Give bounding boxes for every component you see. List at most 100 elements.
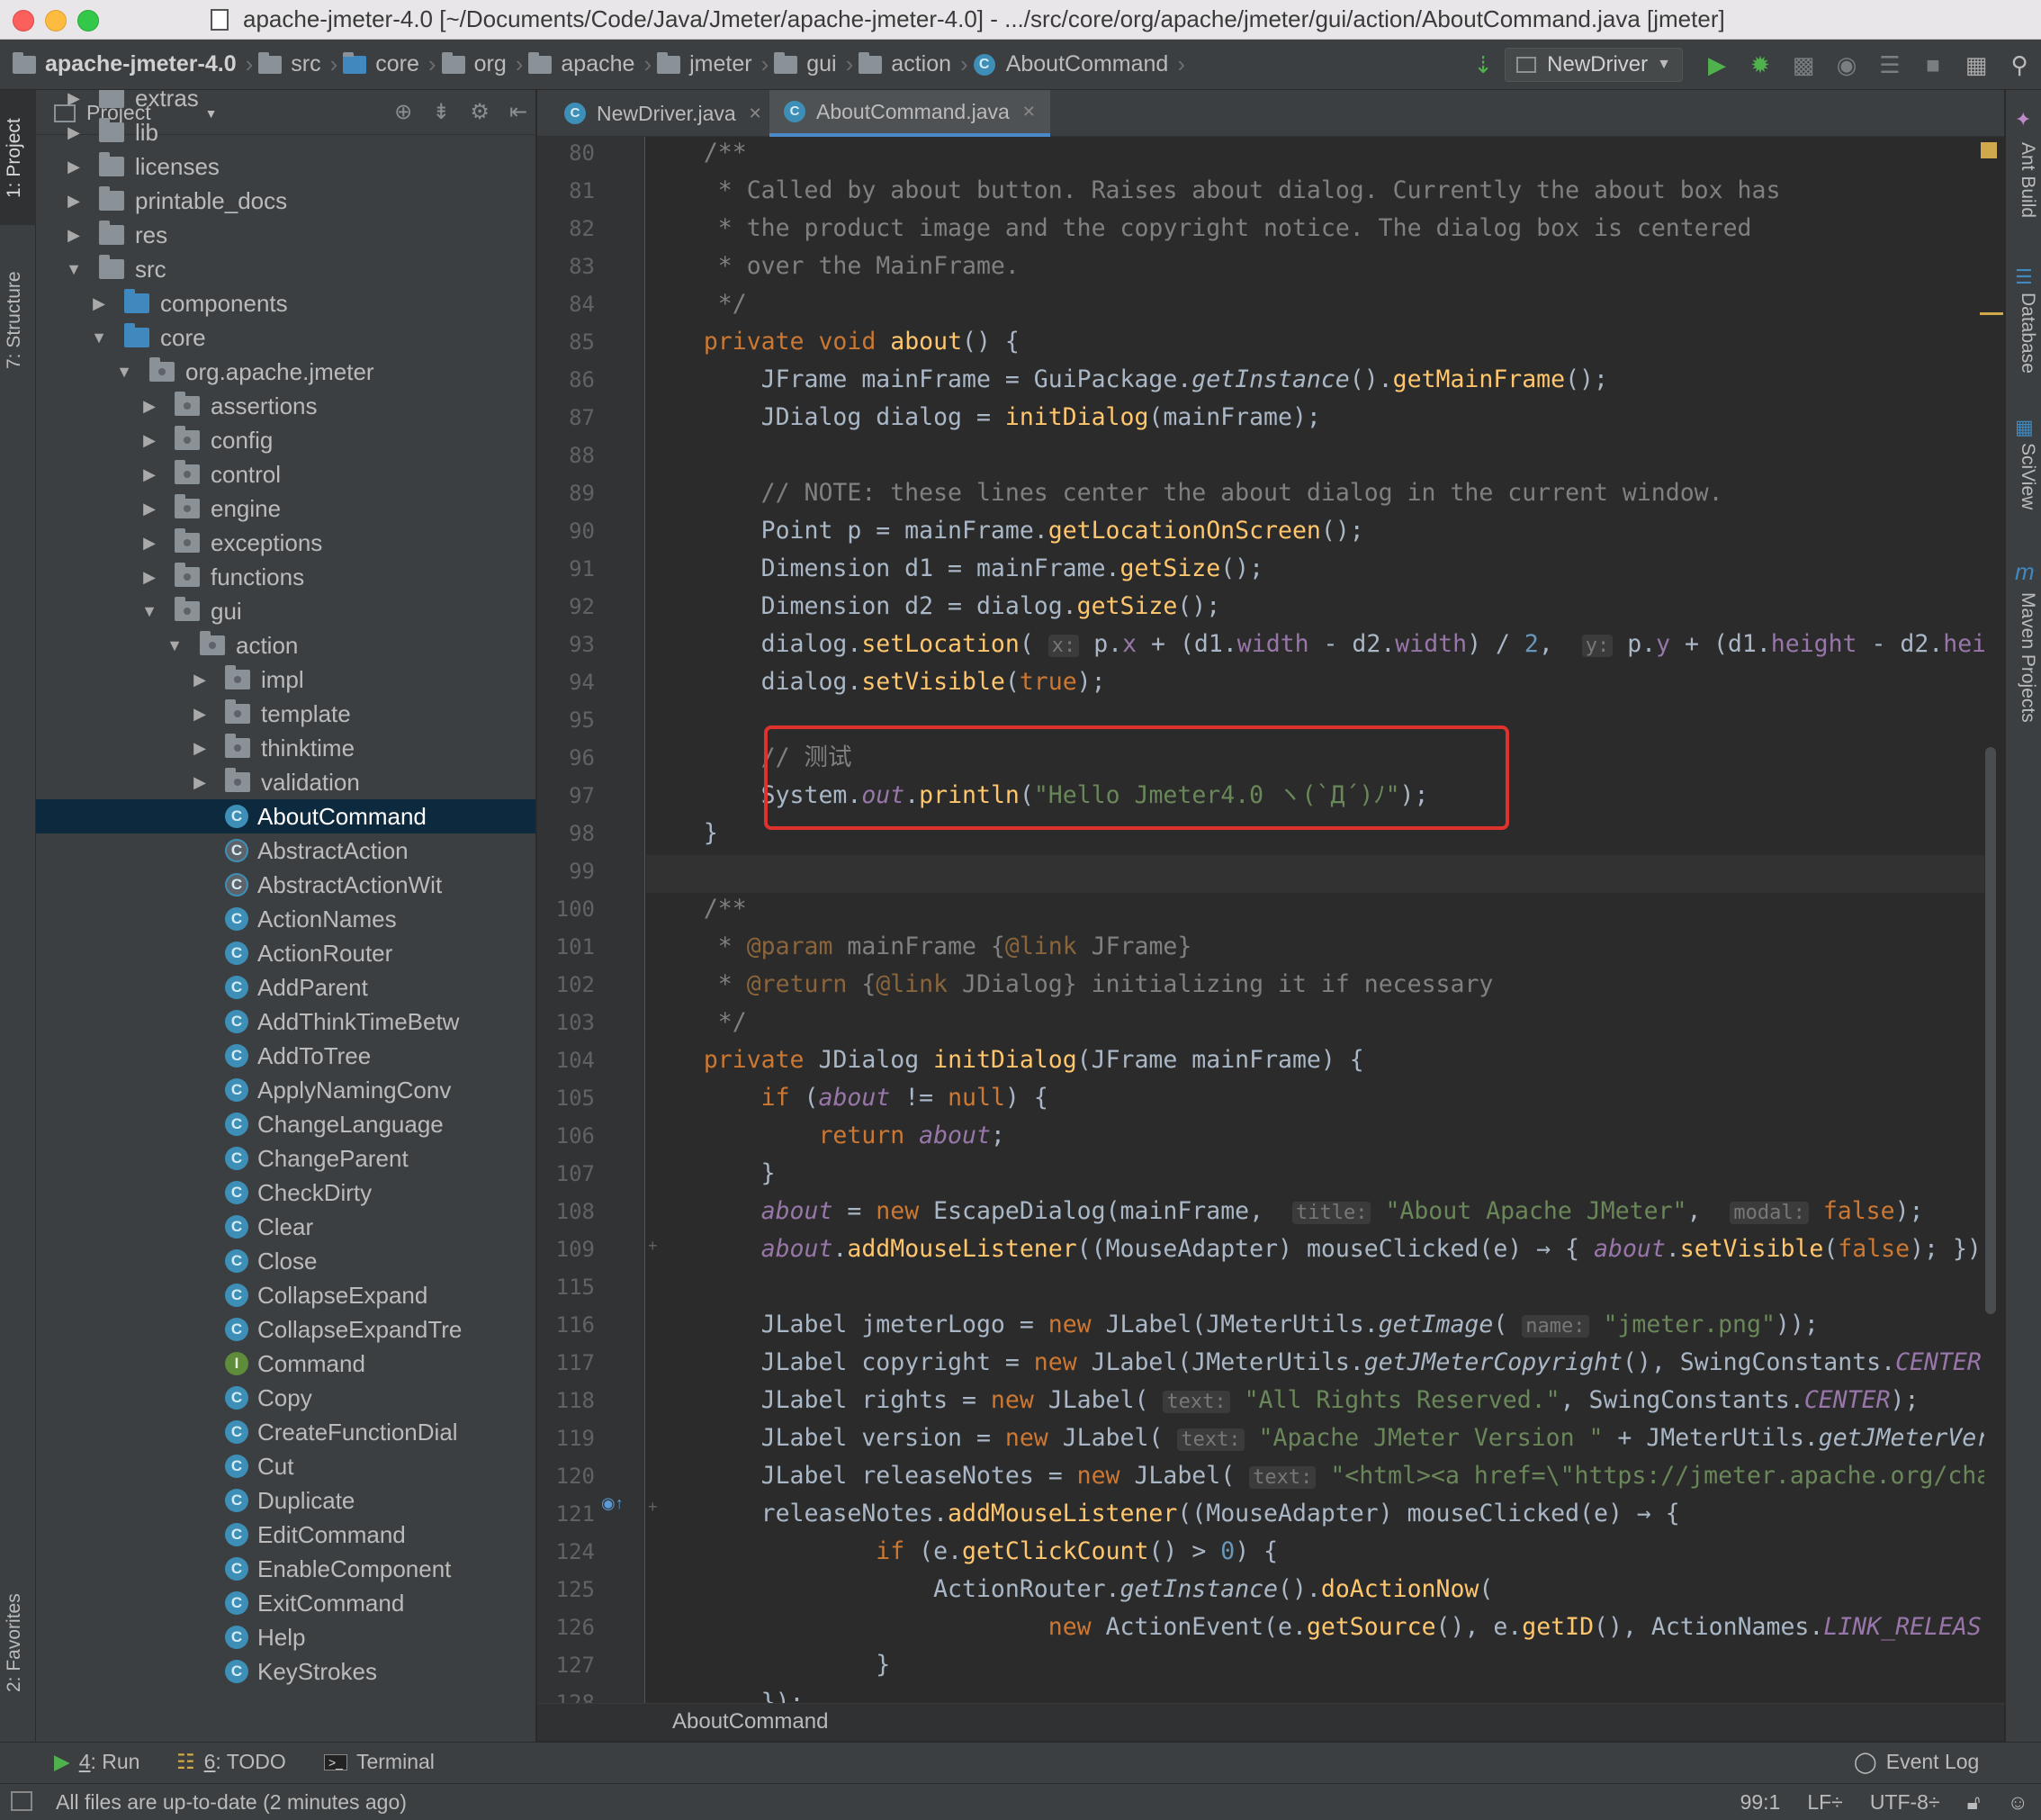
debug-icon[interactable]: ✹ — [1742, 47, 1778, 83]
tool-tab-favorites[interactable]: 2: Favorites — [4, 1593, 25, 1692]
override-icon[interactable]: ◉↑ — [601, 1494, 624, 1513]
tree-item-checkdirty[interactable]: C CheckDirty — [36, 1176, 535, 1210]
tree-item-changeparent[interactable]: C ChangeParent — [36, 1141, 535, 1176]
tree-item-functions[interactable]: ▶ functions — [36, 560, 535, 594]
profile-icon[interactable]: ◉ — [1829, 47, 1865, 83]
tree-item-actionnames[interactable]: C ActionNames — [36, 902, 535, 936]
collapse-arrow-icon[interactable]: ▶ — [137, 465, 162, 484]
expand-arrow-icon[interactable]: ▼ — [112, 363, 137, 382]
tool-tab-event-log[interactable]: ◯ Event Log — [1854, 1750, 1979, 1774]
expand-arrow-icon[interactable]: ▼ — [86, 329, 112, 347]
breadcrumb-apache[interactable]: apache › — [528, 50, 652, 78]
tab-aboutcommand[interactable]: C AboutCommand.java ✕ — [769, 90, 1050, 137]
breadcrumb-core[interactable]: core › — [343, 50, 436, 78]
collapse-arrow-icon[interactable]: ▶ — [137, 534, 162, 553]
lock-icon[interactable]: 🔓︎ — [1967, 1790, 1981, 1815]
tab-newdriver[interactable]: C NewDriver.java ✕ — [550, 90, 777, 137]
tree-item-actionrouter[interactable]: C ActionRouter — [36, 936, 535, 970]
tree-item-impl[interactable]: ▶ impl — [36, 662, 535, 697]
tool-tab-ant-build[interactable]: Ant Build — [2017, 142, 2038, 218]
close-icon[interactable]: ✕ — [1022, 103, 1036, 122]
tree-item-lib[interactable]: ▶ lib — [36, 115, 535, 149]
tree-item-close[interactable]: C Close — [36, 1244, 535, 1278]
tree-item-aboutcommand[interactable]: C AboutCommand — [36, 799, 535, 833]
tree-item-cut[interactable]: C Cut — [36, 1449, 535, 1483]
collapse-arrow-icon[interactable]: ▶ — [86, 294, 112, 313]
tree-item-validation[interactable]: ▶ validation — [36, 765, 535, 799]
collapse-arrow-icon[interactable]: ▶ — [61, 192, 86, 211]
attach-icon[interactable]: ☰ — [1872, 47, 1908, 83]
breadcrumb-gui[interactable]: gui › — [774, 50, 853, 78]
expand-arrow-icon[interactable]: ▼ — [162, 636, 187, 655]
tree-item-licenses[interactable]: ▶ licenses — [36, 149, 535, 184]
tree-item-editcommand[interactable]: C EditCommand — [36, 1518, 535, 1552]
tree-item-clear[interactable]: C Clear — [36, 1210, 535, 1244]
collapse-arrow-icon[interactable]: ▶ — [61, 226, 86, 245]
line-separator[interactable]: LF÷ — [1807, 1790, 1842, 1815]
breadcrumb-class[interactable]: C AboutCommand › — [973, 50, 1185, 78]
tree-item-components[interactable]: ▶ components — [36, 286, 535, 320]
tree-item-collapseexpand[interactable]: C CollapseExpand — [36, 1278, 535, 1312]
close-icon[interactable]: ✕ — [749, 104, 762, 123]
editor-scrollbar[interactable] — [1985, 747, 1996, 1314]
tree-item-gui[interactable]: ▼ gui — [36, 594, 535, 628]
tree-item-changelanguage[interactable]: C ChangeLanguage — [36, 1107, 535, 1141]
collapse-arrow-icon[interactable]: ▶ — [187, 705, 212, 724]
tree-item-abstractaction[interactable]: C AbstractAction — [36, 833, 535, 868]
tree-item-abstractactionwit[interactable]: C AbstractActionWit — [36, 868, 535, 902]
tree-item-command[interactable]: I Command — [36, 1347, 535, 1381]
tool-tab-sciview[interactable]: SciView — [2017, 443, 2038, 509]
search-icon[interactable]: ⚲ — [2001, 47, 2037, 83]
collapse-arrow-icon[interactable]: ▶ — [187, 671, 212, 689]
tree-item-thinktime[interactable]: ▶ thinktime — [36, 731, 535, 765]
minimize-window-button[interactable] — [45, 10, 67, 32]
project-structure-icon[interactable]: ▦ — [1958, 47, 1994, 83]
file-encoding[interactable]: UTF-8÷ — [1870, 1790, 1940, 1815]
tree-item-org-apache-jmeter[interactable]: ▼ org.apache.jmeter — [36, 355, 535, 389]
expand-arrow-icon[interactable]: ▼ — [61, 260, 86, 279]
tree-item-duplicate[interactable]: C Duplicate — [36, 1483, 535, 1518]
stop-icon[interactable]: ■ — [1915, 47, 1951, 83]
tree-item-template[interactable]: ▶ template — [36, 697, 535, 731]
tree-item-applynamingconv[interactable]: C ApplyNamingConv — [36, 1073, 535, 1107]
expand-arrow-icon[interactable]: ▼ — [137, 602, 162, 621]
tree-item-addtotree[interactable]: C AddToTree — [36, 1039, 535, 1073]
warning-line-marker[interactable] — [1980, 312, 2003, 315]
tree-item-src[interactable]: ▼ src — [36, 252, 535, 286]
breadcrumb-action[interactable]: action › — [859, 50, 968, 78]
tool-tab-terminal[interactable]: >_ Terminal — [324, 1750, 435, 1774]
breadcrumb-project[interactable]: apache-jmeter-4.0 › — [13, 50, 253, 78]
collapse-arrow-icon[interactable]: ▶ — [137, 568, 162, 587]
collapse-arrow-icon[interactable]: ▶ — [187, 739, 212, 758]
collapse-arrow-icon[interactable]: ▶ — [137, 397, 162, 416]
tool-tab-database[interactable]: Database — [2017, 293, 2038, 374]
breadcrumb-src[interactable]: src › — [258, 50, 337, 78]
tree-item-core[interactable]: ▼ core — [36, 320, 535, 355]
warning-marker[interactable] — [1981, 142, 1997, 158]
zoom-window-button[interactable] — [77, 10, 99, 32]
tree-item-assertions[interactable]: ▶ assertions — [36, 389, 535, 423]
coverage-icon[interactable]: ▩ — [1785, 47, 1821, 83]
caret-position[interactable]: 99:1 — [1740, 1790, 1781, 1815]
collapse-arrow-icon[interactable]: ▶ — [137, 431, 162, 450]
tree-item-printable-docs[interactable]: ▶ printable_docs — [36, 184, 535, 218]
breadcrumb-org[interactable]: org › — [441, 50, 523, 78]
tree-item-config[interactable]: ▶ config — [36, 423, 535, 457]
tree-item-control[interactable]: ▶ control — [36, 457, 535, 491]
tool-tab-maven-projects[interactable]: Maven Projects — [2017, 592, 2038, 723]
tree-item-help[interactable]: C Help — [36, 1620, 535, 1654]
code-editor[interactable]: /** * Called by about button. Raises abo… — [646, 137, 2004, 1703]
tool-tab-structure[interactable]: 7: Structure — [4, 271, 25, 369]
inspector-icon[interactable]: ☺ — [2008, 1790, 2028, 1815]
collapse-arrow-icon[interactable]: ▶ — [137, 500, 162, 518]
tree-item-action[interactable]: ▼ action — [36, 628, 535, 662]
tree-item-res[interactable]: ▶ res — [36, 218, 535, 252]
build-icon[interactable]: ⇣ — [1465, 47, 1501, 83]
tree-item-createfunctiondial[interactable]: C CreateFunctionDial — [36, 1415, 535, 1449]
tree-item-exitcommand[interactable]: C ExitCommand — [36, 1586, 535, 1620]
tree-item-keystrokes[interactable]: C KeyStrokes — [36, 1654, 535, 1689]
tree-item-collapseexpandtre[interactable]: C CollapseExpandTre — [36, 1312, 535, 1347]
editor-breadcrumb-class[interactable]: AboutCommand — [672, 1709, 828, 1734]
collapse-arrow-icon[interactable]: ▶ — [187, 773, 212, 792]
run-configuration-select[interactable]: NewDriver ▼ — [1505, 48, 1683, 82]
